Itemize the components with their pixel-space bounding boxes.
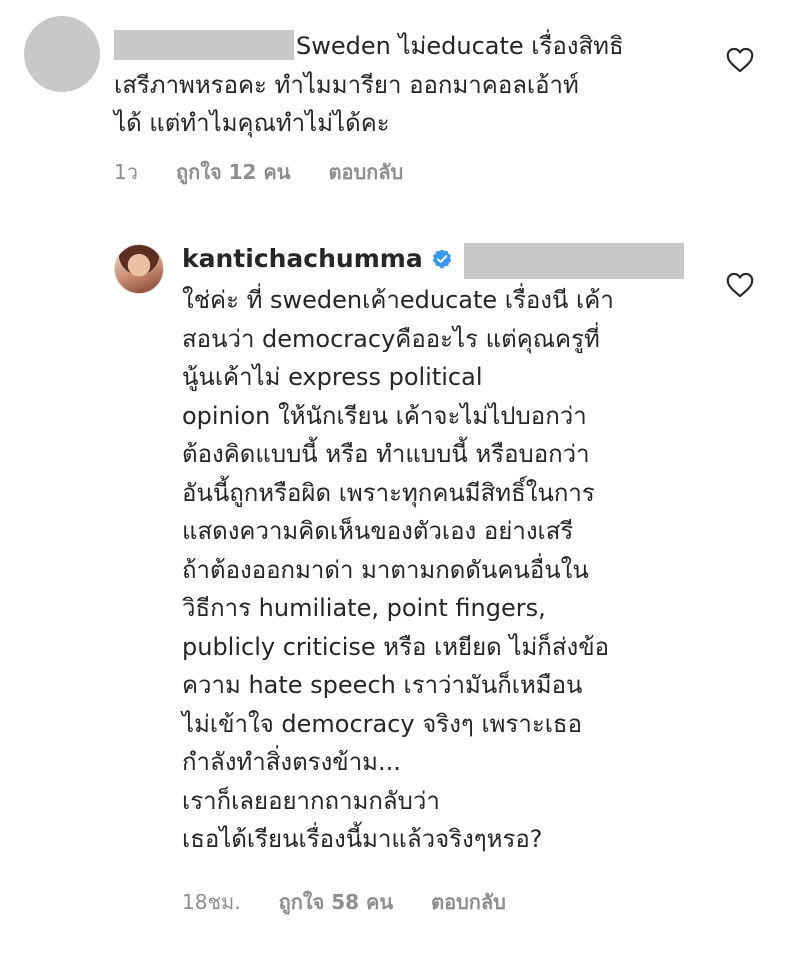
comment-2-author: kantichachumma [182, 244, 453, 273]
like-count[interactable]: ถูกใจ 12 คน [176, 156, 291, 188]
redacted-mention [464, 243, 684, 279]
username-link[interactable]: kantichachumma [182, 244, 423, 273]
comment-line: ไม่เข้าใจ democracy จริงๆ เพราะเธอ [182, 709, 582, 738]
comment-line: เสรีภาพหรอคะ ทำไมมารียา ออกมาคอลเอ้าท์ [114, 70, 579, 99]
comment-1-text: Sweden ไม่educate เรื่องสิทธิ เสรีภาพหรอ… [114, 27, 624, 143]
timestamp: 18ชม. [182, 890, 241, 914]
comment-line: เราก็เลยอยากถามกลับว่า [182, 786, 440, 815]
comment-2-meta: 18ชม. ถูกใจ 58 คน ตอบกลับ [182, 886, 544, 918]
comment-line: ความ hate speech เราว่ามันก็เหมือน [182, 671, 583, 699]
comment-line: วิธีการ humiliate, point fingers, [182, 594, 546, 622]
reply-button[interactable]: ตอบกลับ [328, 156, 403, 188]
comment-line: ถ้าต้องออกมาด่า มาตามกดดันคนอื่นใน [182, 555, 589, 584]
comment-line: publicly criticise หรือ เหยียด ไม่ก็ส่งข… [182, 632, 610, 661]
like-count[interactable]: ถูกใจ 58 คน [279, 886, 394, 918]
comment-line: กำลังทำสิ่งตรงข้าม... [182, 748, 401, 776]
heart-icon[interactable] [726, 47, 754, 73]
comment-line: อันนี้ถูกหรือผิด เพราะทุกคนมีสิทธิ์ในการ [182, 478, 595, 507]
comment-line: ได้ แต่ทำไมคุณทำไม่ได้คะ [114, 109, 390, 137]
comment-line: ใช่ค่ะ ที่ swedenเค้าeducate เรื่องนี เค… [182, 286, 614, 314]
comment-line: ต้องคิดแบบนี้ หรือ ทำแบบนี้ หรือบอกว่า [182, 440, 590, 468]
comment-line: นู้นเค้าไม่ express political [182, 363, 483, 391]
comment-2-text: ใช่ค่ะ ที่ swedenเค้าeducate เรื่องนี เค… [182, 281, 614, 859]
heart-icon[interactable] [726, 272, 754, 298]
comment-1-meta: 1ว ถูกใจ 12 คน ตอบกลับ [114, 156, 441, 188]
comment-line: opinion ให้นักเรียน เค้าจะไม่ไปบอกว่า [182, 401, 587, 430]
verified-badge-icon [432, 248, 452, 268]
comment-line: สอนว่า democracyคืออะไร แต่คุณครูที่ [182, 324, 600, 353]
comment-line: แสดงความคิดเห็นของตัวเอง อย่างเสรี [182, 517, 574, 545]
comment-line: เธอได้เรียนเรื่องนี้มาแล้วจริงๆหรอ? [182, 825, 543, 853]
timestamp: 1ว [114, 160, 138, 184]
kantichachumma-avatar[interactable] [114, 244, 164, 294]
comment-line: Sweden ไม่educate เรื่องสิทธิ [296, 32, 624, 60]
reply-button[interactable]: ตอบกลับ [431, 886, 506, 918]
commenter-avatar[interactable] [24, 16, 100, 92]
